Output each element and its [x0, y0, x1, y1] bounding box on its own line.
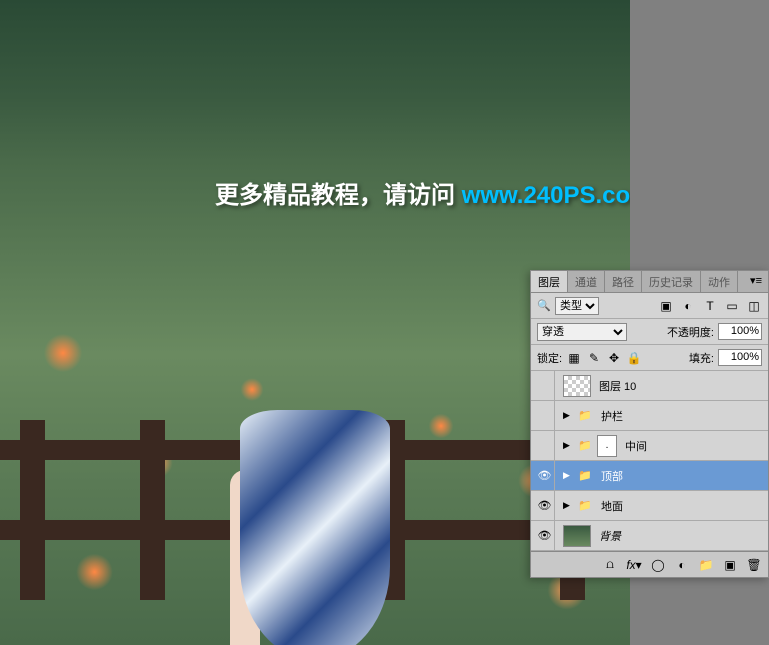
lock-label: 锁定: — [537, 350, 562, 366]
blend-row: 穿透 不透明度: 100% — [531, 319, 768, 345]
layer-name[interactable]: 图层 10 — [595, 378, 636, 394]
lock-transparency-icon[interactable]: ▦ — [566, 350, 582, 366]
image-filter-icon[interactable]: ▣ — [658, 298, 674, 314]
expand-icon[interactable]: ▶ — [563, 500, 573, 511]
lock-row: 锁定: ▦ ✎ ✥ 🔒 填充: 100% — [531, 345, 768, 371]
panel-tabs: 图层 通道 路径 历史记录 动作 ▾≡ — [531, 271, 768, 293]
layer-row[interactable]: ▶ 📁 . 中间 — [531, 431, 768, 461]
layer-row[interactable]: 👁 ▶ 📁 顶部 — [531, 461, 768, 491]
fill-value[interactable]: 100% — [718, 349, 762, 366]
layer-name[interactable]: 中间 — [621, 438, 647, 454]
lock-all-icon[interactable]: 🔒 — [626, 350, 642, 366]
new-layer-icon[interactable]: ▣ — [722, 557, 738, 573]
layer-name[interactable]: 顶部 — [597, 468, 623, 484]
layer-name[interactable]: 护栏 — [597, 408, 623, 424]
watermark-link[interactable]: www.240PS.com — [462, 182, 630, 209]
person-decoration — [200, 290, 400, 645]
opacity-label: 不透明度: — [667, 324, 714, 340]
layer-mask-thumb[interactable]: . — [597, 435, 617, 457]
new-group-icon[interactable]: 📁 — [698, 557, 714, 573]
shape-filter-icon[interactable]: ▭ — [724, 298, 740, 314]
link-layers-icon[interactable]: ⩍ — [602, 557, 618, 573]
expand-icon[interactable]: ▶ — [563, 440, 573, 451]
panel-menu-icon[interactable]: ▾≡ — [744, 271, 768, 292]
tab-layers[interactable]: 图层 — [531, 271, 568, 292]
opacity-value[interactable]: 100% — [718, 323, 762, 340]
layer-effects-icon[interactable]: fx▾ — [626, 557, 642, 573]
visibility-toggle[interactable] — [535, 371, 555, 401]
lock-pixels-icon[interactable]: ✎ — [586, 350, 602, 366]
layer-row[interactable]: 👁 背景 — [531, 521, 768, 551]
expand-icon[interactable]: ▶ — [563, 470, 573, 481]
layers-panel: 图层 通道 路径 历史记录 动作 ▾≡ 🔍 类型 ▣ ◐ T ▭ ◫ 穿透 不透… — [530, 270, 769, 578]
layer-name[interactable]: 地面 — [597, 498, 623, 514]
new-adjustment-icon[interactable]: ◐ — [674, 557, 690, 573]
layer-row[interactable]: 图层 10 — [531, 371, 768, 401]
watermark-text: 更多精品教程，请访问 www.240PS.com — [215, 175, 630, 210]
adjustment-filter-icon[interactable]: ◐ — [680, 298, 696, 314]
layer-thumb — [563, 525, 591, 547]
visibility-toggle[interactable]: 👁 — [535, 491, 555, 521]
tab-history[interactable]: 历史记录 — [642, 271, 701, 292]
fill-label: 填充: — [689, 350, 714, 366]
tab-paths[interactable]: 路径 — [605, 271, 642, 292]
watermark-prefix: 更多精品教程，请访问 — [215, 182, 462, 209]
visibility-toggle[interactable]: 👁 — [535, 461, 555, 491]
layer-row[interactable]: ▶ 📁 护栏 — [531, 401, 768, 431]
search-type-icon: 🔍 — [537, 299, 551, 313]
folder-icon: 📁 — [577, 469, 593, 483]
folder-icon: 📁 — [577, 439, 593, 453]
folder-icon: 📁 — [577, 499, 593, 513]
expand-icon[interactable]: ▶ — [563, 410, 573, 421]
blend-mode-select[interactable]: 穿透 — [537, 323, 627, 341]
layer-row[interactable]: 👁 ▶ 📁 地面 — [531, 491, 768, 521]
filter-row: 🔍 类型 ▣ ◐ T ▭ ◫ — [531, 293, 768, 319]
tab-channels[interactable]: 通道 — [568, 271, 605, 292]
smart-filter-icon[interactable]: ◫ — [746, 298, 762, 314]
filter-type-select[interactable]: 类型 — [555, 297, 599, 315]
visibility-toggle[interactable] — [535, 401, 555, 431]
visibility-toggle[interactable] — [535, 431, 555, 461]
lock-position-icon[interactable]: ✥ — [606, 350, 622, 366]
add-mask-icon[interactable]: ◯ — [650, 557, 666, 573]
type-filter-icon[interactable]: T — [702, 298, 718, 314]
layers-bottom-bar: ⩍ fx▾ ◯ ◐ 📁 ▣ 🗑 — [531, 551, 768, 577]
folder-icon: 📁 — [577, 409, 593, 423]
delete-layer-icon[interactable]: 🗑 — [746, 557, 762, 573]
layer-name[interactable]: 背景 — [595, 528, 621, 544]
visibility-toggle[interactable]: 👁 — [535, 521, 555, 551]
tab-actions[interactable]: 动作 — [701, 271, 738, 292]
layers-list: 图层 10 ▶ 📁 护栏 ▶ 📁 . 中间 👁 ▶ 📁 顶部 👁 ▶ 📁 地面 — [531, 371, 768, 551]
layer-thumb — [563, 375, 591, 397]
